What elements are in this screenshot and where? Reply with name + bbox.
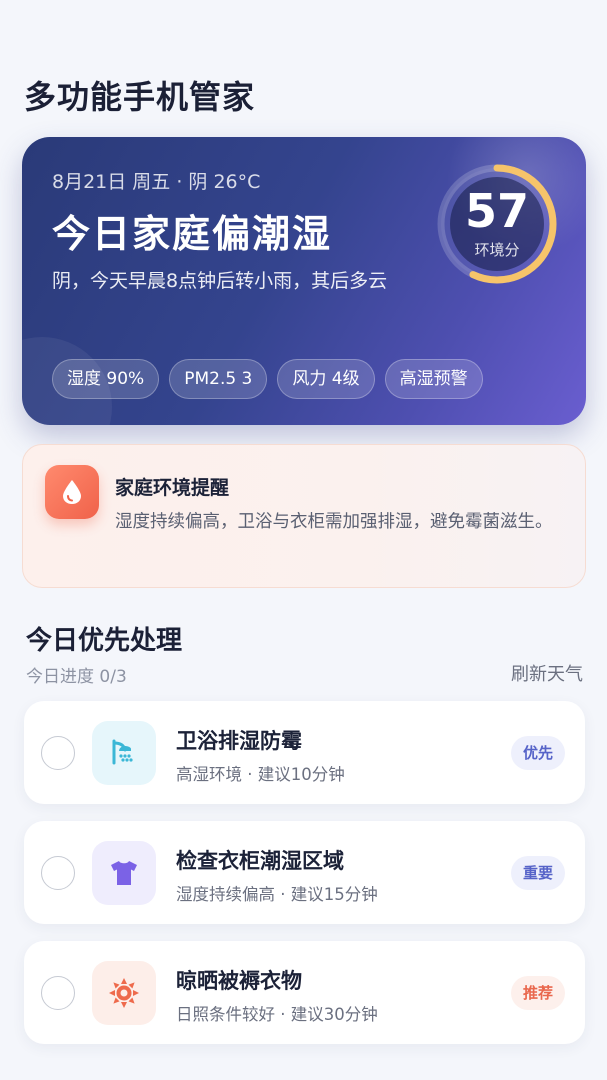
daily-progress: 今日进度 0/3 [26,667,127,687]
task-checkbox[interactable] [41,736,75,770]
chip-wind[interactable]: 风力 4级 [277,359,375,399]
tshirt-icon [92,841,156,905]
reminder-text: 湿度持续偏高，卫浴与衣柜需加强排湿，避免霉菌滋生。 [115,512,553,532]
app-title: 多功能手机管家 [24,78,256,116]
hero-description: 阴，今天早晨8点钟后转小雨，其后多云 [52,270,388,292]
task-item[interactable]: 晾晒被褥衣物 日照条件较好 · 建议30分钟 推荐 [24,941,585,1044]
environment-reminder-card[interactable]: 家庭环境提醒 湿度持续偏高，卫浴与衣柜需加强排湿，避免霉菌滋生。 [22,444,586,588]
priority-badge: 重要 [510,856,565,890]
weather-hero-card[interactable]: 8月21日 周五 · 阴 26°C 今日家庭偏潮湿 阴，今天早晨8点钟后转小雨，… [22,137,586,425]
chip-humidity-alert[interactable]: 高湿预警 [384,359,483,399]
task-checkbox[interactable] [41,976,75,1010]
score-value: 57 [464,184,529,238]
priority-badge: 推荐 [510,976,565,1010]
section-title: 今日优先处理 [26,626,183,656]
score-label: 环境分 [474,241,520,259]
hero-date: 8月21日 周五 · 阴 26°C [52,171,261,193]
sun-icon [92,961,156,1025]
weather-chips: 湿度 90% PM2.5 3 风力 4级 高湿预警 [52,359,483,399]
task-name: 检查衣柜潮湿区域 [176,849,344,873]
shower-icon [92,721,156,785]
reminder-title: 家庭环境提醒 [115,477,230,499]
environment-score-ring: 57 环境分 [434,161,560,287]
water-drop-icon [45,465,99,519]
chip-humidity[interactable]: 湿度 90% [52,359,160,399]
task-meta: 湿度持续偏高 · 建议15分钟 [176,885,378,904]
hero-headline: 今日家庭偏潮湿 [52,212,333,256]
task-name: 卫浴排湿防霉 [176,729,302,753]
refresh-weather-button[interactable]: 刷新天气 [511,660,583,686]
task-checkbox[interactable] [41,856,75,890]
task-item[interactable]: 卫浴排湿防霉 高湿环境 · 建议10分钟 优先 [24,701,585,804]
task-meta: 日照条件较好 · 建议30分钟 [176,1005,378,1024]
task-item[interactable]: 检查衣柜潮湿区域 湿度持续偏高 · 建议15分钟 重要 [24,821,585,924]
priority-badge: 优先 [510,736,565,770]
chip-pm25[interactable]: PM2.5 3 [169,359,268,399]
task-name: 晾晒被褥衣物 [176,969,302,993]
task-meta: 高湿环境 · 建议10分钟 [176,765,345,784]
